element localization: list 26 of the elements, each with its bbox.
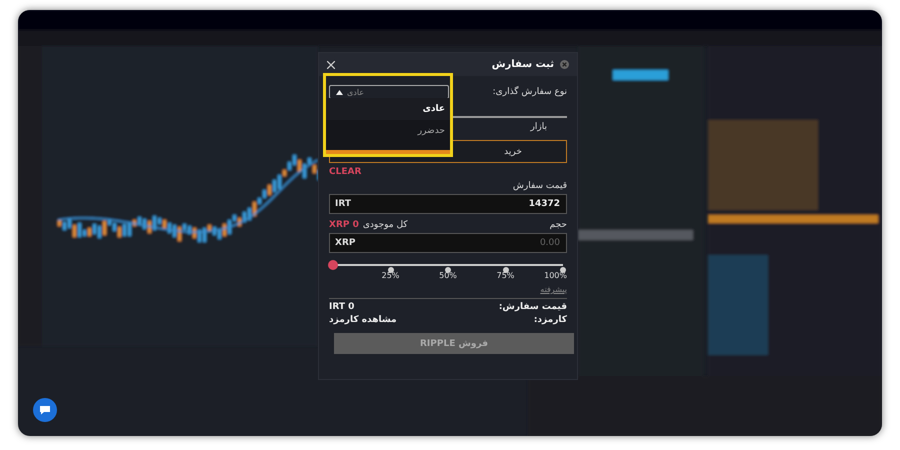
amount-slider[interactable] bbox=[329, 259, 567, 271]
clear-link[interactable]: CLEAR bbox=[329, 167, 362, 177]
percent-tick-label[interactable]: 50% bbox=[439, 271, 457, 280]
close-icon[interactable] bbox=[327, 60, 335, 68]
percent-tick-label[interactable]: 100% bbox=[544, 271, 567, 280]
percent-tick-label[interactable]: 25% bbox=[382, 271, 400, 280]
balance-value: XRP 0 bbox=[329, 220, 359, 230]
summary-label: کارمزد: bbox=[534, 315, 567, 325]
summary-label: قیمت سفارش: bbox=[498, 302, 567, 312]
currency-unit: IRT bbox=[335, 199, 352, 209]
chat-icon bbox=[39, 405, 51, 415]
menu-option[interactable]: عادی bbox=[325, 98, 453, 120]
order-type-dropdown[interactable]: عادی bbox=[329, 85, 449, 99]
price-label: قیمت سفارش bbox=[512, 181, 567, 191]
caret-icon bbox=[336, 90, 343, 94]
balance-label: کل موجودی bbox=[362, 220, 408, 230]
currency-unit: XRP bbox=[335, 238, 356, 248]
dialog-title: ثبت سفارش bbox=[492, 59, 554, 70]
volume-label: حجم bbox=[550, 220, 567, 230]
summary-value: IRT 0 bbox=[329, 302, 354, 312]
percent-tick-label[interactable]: 75% bbox=[496, 271, 514, 280]
advanced-link[interactable]: پیشرفته bbox=[329, 285, 567, 294]
chat-button[interactable] bbox=[33, 398, 57, 422]
close-circle-icon[interactable] bbox=[560, 60, 569, 69]
order-type-label: نوع سفارش گذاری: bbox=[492, 87, 567, 97]
summary-value: مشاهده کارمزد bbox=[329, 315, 397, 325]
